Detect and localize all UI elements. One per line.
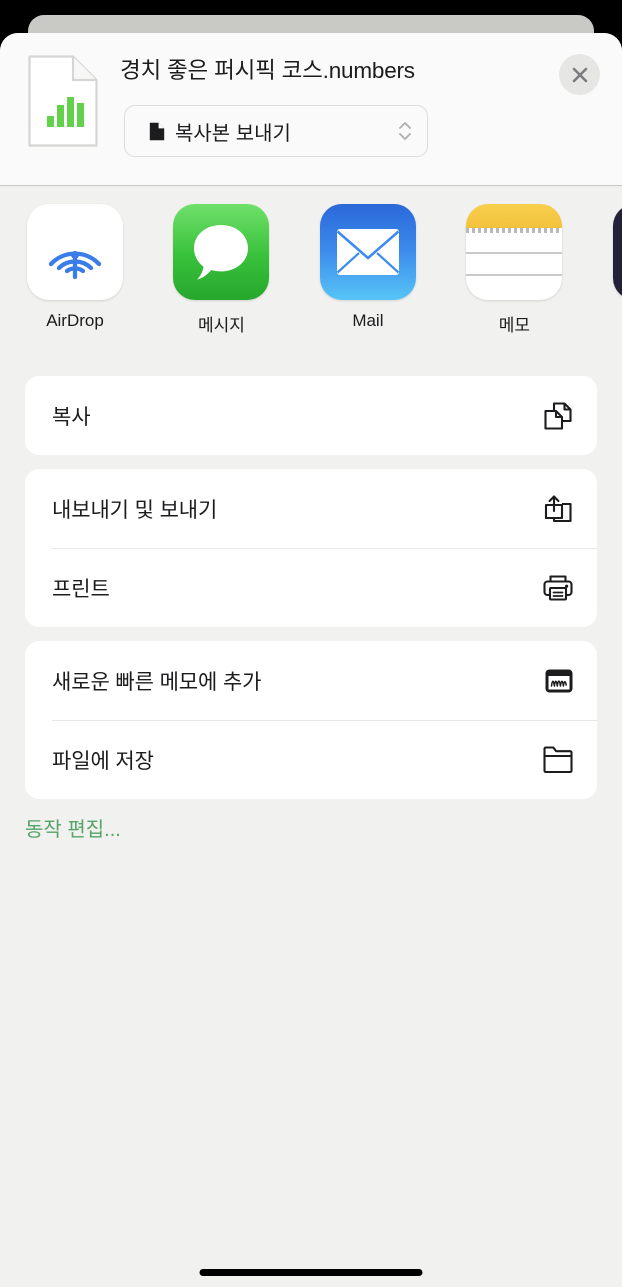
action-row-label: 복사 (52, 405, 91, 429)
home-indicator[interactable] (199, 1269, 423, 1276)
action-row-label: 파일에 저장 (52, 749, 154, 773)
send-copy-dropdown[interactable]: 복사본 보내기 (124, 105, 428, 157)
share-target-notes[interactable]: 메모 (443, 204, 585, 336)
action-row-export-send[interactable]: 내보내기 및 보내기 (25, 469, 597, 548)
close-icon (572, 67, 587, 82)
action-row-label: 프린트 (52, 577, 110, 601)
partial-app-icon (612, 204, 622, 300)
numbers-document-icon (27, 53, 99, 149)
copy-icon (544, 401, 572, 430)
share-target-label: 메시지 (197, 316, 245, 335)
folder-icon (543, 745, 573, 773)
share-target-label: Mail (352, 311, 384, 330)
share-target-airdrop[interactable]: AirDrop (4, 204, 146, 331)
share-sheet-header: 경치 좋은 퍼시픽 코스.numbers 복사본 보내기 (0, 33, 622, 186)
notes-icon (466, 204, 563, 300)
messages-icon (173, 204, 270, 300)
share-targets-row[interactable]: AirDrop 메시지 Mail 메모 (0, 186, 622, 376)
notes-rule-line (466, 252, 563, 254)
page-title: 경치 좋은 퍼시픽 코스.numbers (120, 58, 415, 83)
action-row-save-to-files[interactable]: 파일에 저장 (25, 720, 597, 799)
action-groups: 복사 내보내기 및 보내기 프린트 새로운 빠른 메모에 추가 파일에 저장 (0, 376, 622, 799)
action-row-label: 내보내기 및 보내기 (52, 498, 218, 522)
share-target-label: AirDrop (46, 311, 104, 330)
share-target-messages[interactable]: 메시지 (150, 204, 292, 336)
quick-note-icon (545, 669, 573, 692)
export-share-icon (544, 494, 572, 522)
action-row-label: 새로운 빠른 메모에 추가 (52, 670, 262, 694)
close-button[interactable] (559, 54, 600, 95)
action-row-copy[interactable]: 복사 (25, 376, 597, 455)
edit-actions-link[interactable]: 동작 편집... (0, 813, 622, 842)
chevron-up-down-icon (399, 122, 411, 140)
share-target-label: 메모 (498, 316, 530, 335)
action-group: 내보내기 및 보내기 프린트 (25, 469, 597, 627)
mail-icon (319, 204, 416, 300)
airdrop-icon (27, 204, 123, 300)
printer-icon (543, 574, 573, 601)
share-target-partial[interactable] (590, 204, 622, 311)
send-copy-dropdown-label: 복사본 보내기 (175, 122, 291, 145)
notes-header-band (466, 204, 563, 228)
share-target-mail[interactable]: Mail (297, 204, 439, 331)
document-filled-icon (149, 122, 165, 140)
share-sheet: 경치 좋은 퍼시픽 코스.numbers 복사본 보내기 AirDrop 메시지… (0, 33, 622, 1287)
action-group: 복사 (25, 376, 597, 455)
notes-rule-line (466, 274, 563, 276)
action-group: 새로운 빠른 메모에 추가 파일에 저장 (25, 641, 597, 799)
action-row-add-quick-note[interactable]: 새로운 빠른 메모에 추가 (25, 641, 597, 720)
notes-perforation (466, 228, 563, 233)
action-row-print[interactable]: 프린트 (25, 548, 597, 627)
